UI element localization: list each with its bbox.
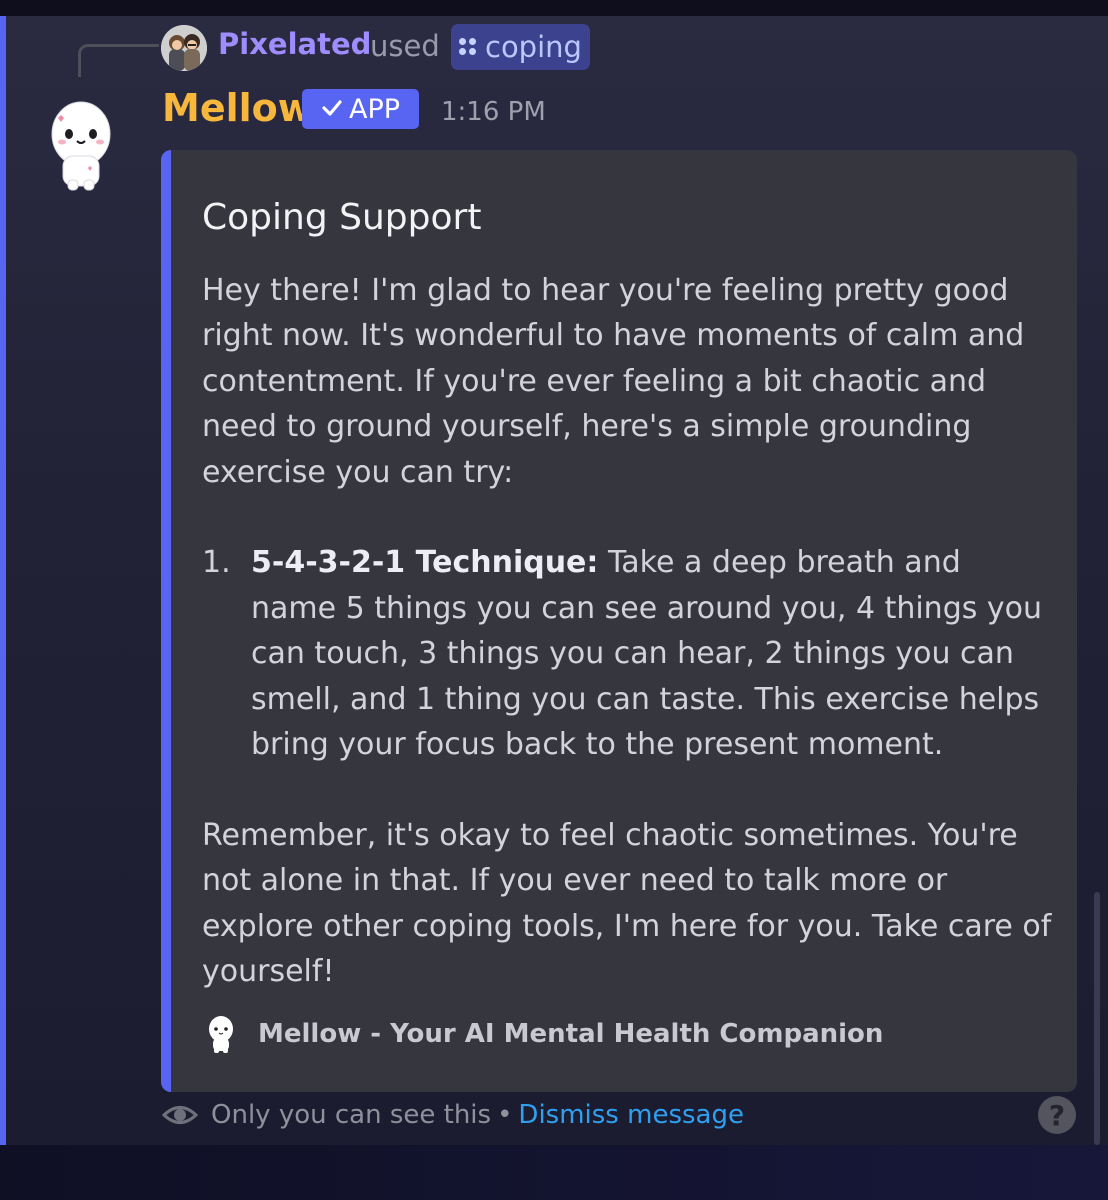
ephemeral-notice: Only you can see this • Dismiss message <box>161 1096 744 1134</box>
embed-description: Hey there! I'm glad to hear you're feeli… <box>202 268 1052 994</box>
user-avatar[interactable] <box>161 25 207 71</box>
slash-command-icon <box>459 38 477 56</box>
reply-username[interactable]: Pixelated <box>218 27 371 61</box>
message-timestamp[interactable]: 1:16 PM <box>441 97 546 127</box>
list-number: 1. <box>202 545 231 581</box>
embed-intro: Hey there! I'm glad to hear you're feeli… <box>202 273 1025 490</box>
scrollbar[interactable] <box>1094 892 1100 1145</box>
embed-closing: Remember, it's okay to feel chaotic some… <box>202 817 1052 990</box>
embed-card: Coping Support Hey there! I'm glad to he… <box>161 150 1077 1092</box>
eye-icon <box>161 1096 199 1134</box>
top-strip <box>0 0 1108 16</box>
embed-footer: Mellow - Your AI Mental Health Companion <box>206 1014 883 1054</box>
reply-connector <box>78 44 159 77</box>
bot-username[interactable]: Mellow <box>162 86 313 130</box>
check-icon <box>321 94 343 125</box>
bottom-bar <box>0 1145 1108 1200</box>
reply-used-text: used <box>370 29 440 63</box>
embed-title: Coping Support <box>202 197 482 238</box>
separator-dot: • <box>497 1100 513 1130</box>
list-item: 1. 5-4-3-2-1 Technique: Take a deep brea… <box>202 540 1052 767</box>
mellow-footer-icon <box>206 1014 236 1054</box>
embed-accent-bar <box>161 150 171 1092</box>
ephemeral-text: Only you can see this <box>211 1100 492 1130</box>
command-name: coping <box>485 30 582 64</box>
bot-avatar[interactable] <box>46 94 116 194</box>
command-mention[interactable]: coping <box>451 24 590 70</box>
app-badge: APP <box>302 89 419 129</box>
dismiss-message-link[interactable]: Dismiss message <box>518 1100 744 1130</box>
list-item-heading: 5-4-3-2-1 Technique: <box>251 545 599 581</box>
embed-footer-text: Mellow - Your AI Mental Health Companion <box>258 1019 884 1049</box>
highlight-bar <box>0 16 6 1145</box>
app-badge-label: APP <box>348 93 401 125</box>
help-icon[interactable]: ? <box>1038 1096 1076 1134</box>
